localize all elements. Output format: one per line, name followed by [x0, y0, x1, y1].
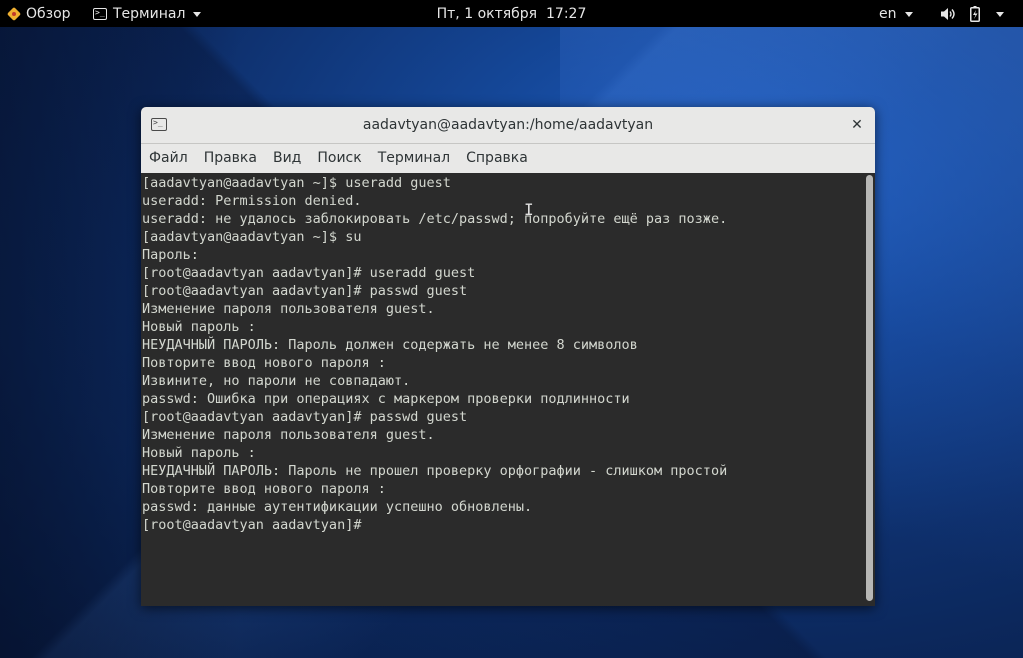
menu-edit[interactable]: Правка: [196, 144, 265, 173]
terminal-line: Новый пароль :: [142, 319, 256, 335]
menu-terminal[interactable]: Терминал: [370, 144, 458, 173]
terminal-line: Повторите ввод нового пароля :: [142, 481, 386, 497]
terminal-line: [root@aadavtyan aadavtyan]# passwd guest: [142, 409, 468, 425]
scrollbar[interactable]: [863, 173, 875, 606]
menu-file[interactable]: Файл: [141, 144, 196, 173]
scrollbar-thumb[interactable]: [866, 175, 873, 601]
close-button[interactable]: ✕: [847, 115, 867, 135]
terminal-text: [aadavtyan@aadavtyan ~]$ useradd guest u…: [142, 174, 727, 534]
menu-search[interactable]: Поиск: [309, 144, 369, 173]
menu-help[interactable]: Справка: [458, 144, 536, 173]
terminal-line: [aadavtyan@aadavtyan ~]$ su: [142, 229, 362, 245]
window-title: aadavtyan@aadavtyan:/home/aadavtyan: [362, 117, 654, 133]
clock-area: Пт, 1 октября 17:27: [0, 0, 1023, 27]
terminal-line: [aadavtyan@aadavtyan ~]$ useradd guest: [142, 175, 451, 191]
menu-view[interactable]: Вид: [265, 144, 309, 173]
title-bar[interactable]: >_ aadavtyan@aadavtyan:/home/aadavtyan ✕: [141, 107, 875, 144]
chevron-down-icon: [996, 12, 1004, 17]
terminal-line: Повторите ввод нового пароля :: [142, 355, 386, 371]
terminal-line: useradd: не удалось заблокировать /etc/p…: [142, 211, 728, 227]
terminal-line: passwd: Ошибка при операциях с маркером …: [142, 391, 630, 407]
terminal-line: [root@aadavtyan aadavtyan]#: [142, 517, 370, 533]
clock-button[interactable]: Пт, 1 октября 17:27: [437, 1, 587, 27]
terminal-line: Новый пароль :: [142, 445, 256, 461]
terminal-line: Извините, но пароли не совпадают.: [142, 373, 411, 389]
terminal-line: НЕУДАЧНЫЙ ПАРОЛЬ: Пароль не прошел прове…: [142, 463, 728, 479]
language-label: en: [879, 5, 897, 22]
chevron-down-icon: [904, 12, 913, 17]
terminal-line: НЕУДАЧНЫЙ ПАРОЛЬ: Пароль должен содержат…: [142, 337, 638, 353]
terminal-line: [root@aadavtyan aadavtyan]# passwd guest: [142, 283, 468, 299]
terminal-line: Пароль:: [142, 247, 199, 263]
menu-bar: Файл Правка Вид Поиск Терминал Справка: [141, 144, 875, 173]
terminal-line: [root@aadavtyan aadavtyan]# useradd gues…: [142, 265, 476, 281]
top-bar: Обзор >_ Терминал Пт, 1 октября 17:27 en: [0, 0, 1023, 27]
terminal-output[interactable]: [aadavtyan@aadavtyan ~]$ useradd guest u…: [141, 173, 875, 606]
terminal-line: Изменение пароля пользователя guest.: [142, 301, 435, 317]
terminal-line: passwd: данные аутентификации успешно об…: [142, 499, 533, 515]
speaker-icon: [941, 7, 955, 20]
terminal-window: >_ aadavtyan@aadavtyan:/home/aadavtyan ✕…: [141, 107, 875, 606]
terminal-line: Изменение пароля пользователя guest.: [142, 427, 435, 443]
language-menu[interactable]: en: [879, 0, 913, 27]
system-menu[interactable]: [940, 0, 1004, 27]
close-icon: ✕: [851, 117, 863, 133]
battery-charging-icon: [970, 5, 980, 22]
text-cursor-icon: I: [524, 200, 534, 219]
terminal-line: useradd: Permission denied.: [142, 193, 362, 209]
